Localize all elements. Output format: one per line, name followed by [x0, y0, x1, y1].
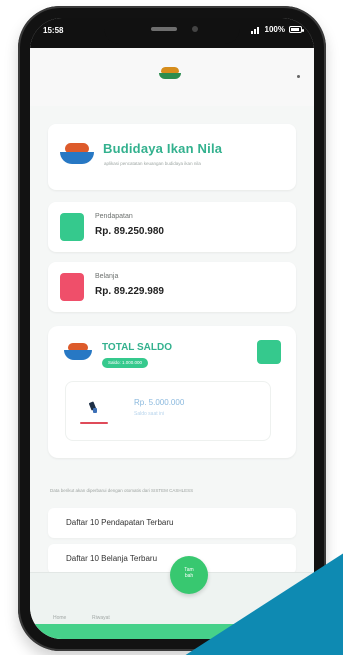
page-title: Budidaya Ikan Nila — [103, 141, 223, 156]
phone-screen: 15:58 100% Budidaya Ikan Nila aplikasi p… — [30, 18, 314, 639]
expense-value: Rp. 89.229.989 — [95, 286, 164, 297]
stage: 15:58 100% Budidaya Ikan Nila aplikasi p… — [0, 0, 343, 655]
notice-text: Data berikut akan diperbarui dengan otom… — [50, 488, 194, 493]
income-summary-card[interactable]: Pendapatan Rp. 89.250.980 — [48, 202, 296, 252]
fish-bowl-icon — [60, 138, 94, 168]
income-icon — [60, 213, 84, 241]
menu-dot-icon[interactable] — [297, 75, 300, 78]
balance-amount: Rp. 5.000.000 — [134, 398, 185, 407]
income-value: Rp. 89.250.980 — [95, 226, 164, 237]
status-icons: 100% — [250, 25, 304, 34]
balance-underline — [80, 422, 108, 424]
income-label: Pendapatan — [95, 213, 133, 220]
battery-icon — [289, 26, 304, 33]
expense-summary-card[interactable]: Belanja Rp. 89.229.989 — [48, 262, 296, 312]
recent-expense-list-label: Daftar 10 Belanja Terbaru — [66, 554, 158, 563]
balance-box: Rp. 5.000.000 Saldo saat ini — [66, 382, 270, 440]
camera-icon — [192, 26, 198, 32]
expense-label: Belanja — [95, 273, 119, 280]
wallet-icon — [87, 401, 99, 414]
page-subtitle: aplikasi pencatatan keuangan budidaya ik… — [104, 161, 201, 166]
app-logo-icon — [159, 65, 183, 81]
recent-income-list-label: Daftar 10 Pendapatan Terbaru — [66, 518, 174, 527]
phone-frame: 15:58 100% Budidaya Ikan Nila aplikasi p… — [18, 6, 326, 651]
expense-icon — [60, 273, 84, 301]
app-header — [30, 48, 314, 107]
recent-income-list-button[interactable]: Daftar 10 Pendapatan Terbaru — [48, 508, 296, 538]
total-balance-icon — [257, 340, 281, 364]
fish-bowl-icon — [64, 340, 92, 362]
main-content: Budidaya Ikan Nila aplikasi pencatatan k… — [30, 106, 314, 580]
total-balance-title: TOTAL SALDO — [102, 342, 172, 353]
add-transaction-button[interactable]: Tam bah — [170, 556, 208, 594]
speaker — [151, 27, 177, 31]
status-time: 15:58 — [43, 26, 64, 35]
total-balance-card[interactable]: TOTAL SALDO Saldo: 1.000.000 Rp. 5.000.0… — [48, 326, 296, 458]
battery-percentage: 100% — [264, 25, 285, 34]
tab-history[interactable]: Riwayat — [92, 615, 110, 621]
tab-home[interactable]: Home — [53, 615, 66, 621]
add-transaction-label: Tam bah — [184, 567, 194, 579]
signal-icon — [250, 26, 261, 34]
notch — [104, 18, 240, 44]
hero-card: Budidaya Ikan Nila aplikasi pencatatan k… — [48, 124, 296, 190]
balance-caption: Saldo saat ini — [134, 411, 165, 417]
total-balance-pill: Saldo: 1.000.000 — [102, 358, 149, 368]
